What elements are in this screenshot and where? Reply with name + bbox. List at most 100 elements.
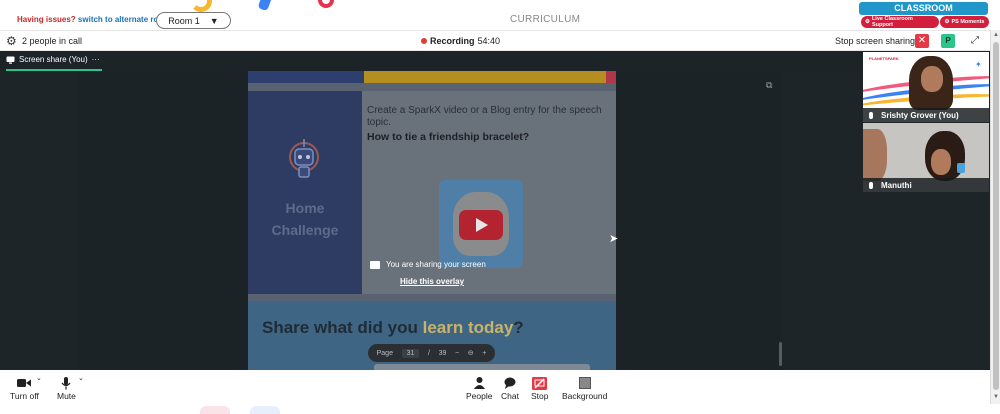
recording-time: 54:40 — [477, 36, 501, 46]
classroom-tab[interactable]: CLASSROOM — [859, 2, 988, 15]
mic-options-chevron-icon[interactable]: ⌄ — [78, 374, 84, 382]
stop-label: Stop — [531, 391, 549, 401]
video-call-window: Having issues? switch to alternate room … — [0, 0, 1000, 414]
monitor-icon — [370, 260, 380, 269]
camera-button[interactable]: Turn off — [10, 375, 39, 401]
camera-icon — [17, 375, 32, 391]
fullscreen-icon[interactable]: ⤢ — [968, 34, 982, 48]
participant-tile-remote[interactable]: Manuthi — [863, 123, 989, 192]
classroom-header: Having issues? switch to alternate room … — [0, 0, 1000, 30]
call-status-bar: ⚙ 2 people in call Recording 54:40 Stop … — [0, 30, 990, 51]
recording-label: Recording — [430, 36, 475, 46]
page-label: Page — [376, 349, 393, 357]
issues-text: Having issues? — [17, 15, 76, 24]
close-icon[interactable]: ✕ — [915, 34, 929, 48]
microphone-icon — [869, 111, 873, 119]
tab-screen-share-label: Screen share (You) — [19, 55, 88, 64]
stop-share-button[interactable]: Stop — [531, 375, 549, 401]
mute-label: Mute — [57, 391, 76, 401]
scroll-up-icon[interactable]: ▲ — [993, 32, 999, 38]
shared-document: Home Challenge Create a SparkX video or … — [248, 71, 616, 370]
chat-label: Chat — [501, 391, 519, 401]
video-thumbnail[interactable] — [439, 180, 523, 268]
microphone-icon — [869, 181, 873, 189]
people-icon — [473, 375, 485, 391]
people-label: People — [466, 391, 493, 401]
curriculum-tab[interactable]: CURRICULUM — [510, 14, 580, 25]
call-toolbar: Turn off ⌄ Mute ⌄ People Chat Stop Backg… — [0, 370, 990, 406]
home-challenge-panel: Home Challenge — [248, 91, 362, 294]
ps-moments-label: PS Moments — [951, 19, 985, 25]
chat-button[interactable]: Chat — [501, 375, 519, 401]
stop-sharing-button[interactable]: Stop screen sharing — [835, 36, 915, 46]
people-button[interactable]: People — [466, 375, 492, 401]
more-icon[interactable]: ··· — [92, 55, 100, 64]
gear-icon[interactable]: ⚙ — [6, 35, 17, 47]
live-support-button[interactable]: ⚙ Live Classroom Support — [861, 16, 939, 28]
recording-indicator: Recording 54:40 — [421, 36, 500, 46]
document-scrollbar[interactable] — [779, 342, 782, 366]
overlay-title-text: You are sharing your screen — [386, 260, 486, 269]
sharing-overlay: You are sharing your screen Hide this ov… — [370, 257, 520, 291]
hide-overlay-link[interactable]: Hide this overlay — [400, 277, 464, 286]
overlay-title: You are sharing your screen — [370, 260, 486, 269]
stop-share-icon — [532, 375, 548, 391]
page-number-input[interactable]: 31 — [401, 348, 420, 358]
mouse-cursor-icon: ➤ — [609, 233, 619, 245]
page-separator: / — [428, 349, 430, 357]
participant-p-button[interactable]: P — [941, 34, 955, 48]
participant-tile-self[interactable]: PLANETSPARK ✦ Srishty Grover (You) — [863, 52, 989, 122]
monitor-icon — [6, 56, 15, 64]
participant-video — [863, 129, 887, 181]
microphone-icon — [61, 375, 71, 391]
background-label: Background — [562, 391, 608, 401]
decorative-arc — [190, 0, 212, 12]
background-button[interactable]: Background — [562, 375, 607, 401]
robot-icon — [289, 139, 319, 178]
zoom-in-button[interactable]: + — [482, 350, 486, 357]
zoom-icon[interactable]: ⊖ — [468, 349, 474, 357]
participant-video — [909, 56, 953, 110]
room-label: Room 1 — [168, 15, 200, 26]
tab-screen-share[interactable]: Screen share (You) ··· — [6, 55, 100, 64]
background-icon — [578, 375, 591, 391]
sparkle-icon: ✦ — [975, 60, 982, 69]
participant-name: Srishty Grover (You) — [881, 110, 959, 120]
reflection-heading: Share what did you learn today? — [262, 318, 524, 337]
ps-moments-button[interactable]: ⚙ PS Moments — [940, 16, 989, 28]
participant-name-bar: Manuthi — [863, 178, 989, 192]
home-challenge-line1: Home — [285, 200, 325, 216]
decorative-ring — [318, 0, 334, 8]
participant-name-bar: Srishty Grover (You) — [863, 108, 989, 122]
play-icon[interactable] — [459, 210, 503, 240]
connection-help: Having issues? switch to alternate room — [17, 15, 170, 24]
recording-dot-icon — [421, 38, 427, 44]
people-in-call: 2 people in call — [22, 36, 83, 46]
home-challenge-title: Home Challenge — [248, 197, 362, 241]
chevron-down-icon: ▼ — [209, 15, 219, 26]
chat-icon — [504, 375, 516, 391]
screen-share-stage: Screen share (You) ··· ⧉ Home Challenge … — [0, 51, 990, 370]
popout-icon[interactable]: ⧉ — [766, 80, 772, 91]
support-icon: ⚙ — [865, 19, 870, 25]
zoom-out-button[interactable]: − — [455, 350, 459, 357]
camera-options-chevron-icon[interactable]: ⌄ — [36, 374, 42, 382]
page-footer-strip — [0, 406, 1000, 414]
live-support-label: Live Classroom Support — [871, 16, 913, 28]
right-margin-pane — [616, 71, 782, 370]
challenge-question: How to tie a friendship bracelet? — [367, 131, 530, 143]
page-total: 39 — [438, 349, 447, 357]
document-header-band — [248, 71, 616, 83]
scroll-down-icon[interactable]: ▼ — [993, 394, 999, 400]
home-challenge-line2: Challenge — [271, 222, 339, 238]
scrollbar-thumb[interactable] — [993, 42, 999, 390]
stage-tab-bar: Screen share (You) ··· — [0, 51, 990, 71]
moments-icon: ⚙ — [944, 19, 950, 25]
decorative-stroke — [257, 0, 273, 12]
task-text: Create a SparkX video or a Blog entry fo… — [367, 105, 602, 128]
window-scrollbar[interactable]: ▲ ▼ — [990, 30, 1000, 404]
pdf-page-controls: Page 31 / 39 − ⊖ + — [368, 344, 495, 362]
room-selector[interactable]: Room 1 ▼ — [156, 12, 231, 29]
left-margin-pane — [78, 71, 248, 370]
mute-button[interactable]: Mute — [57, 375, 76, 401]
